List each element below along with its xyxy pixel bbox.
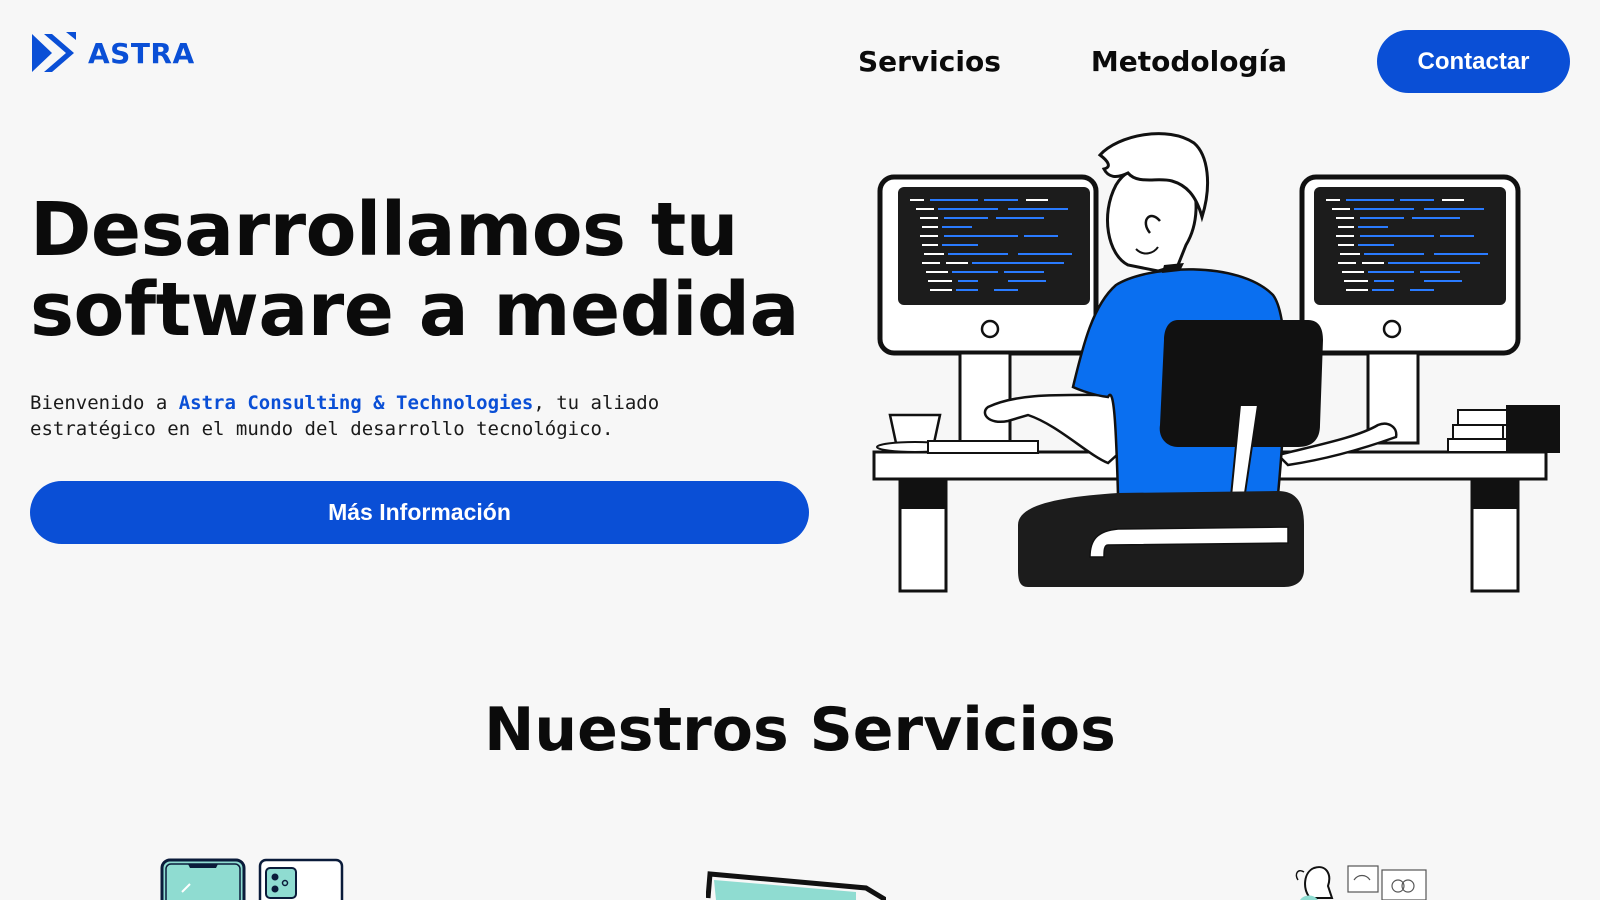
right-monitor [1299,174,1521,445]
logo-text: ASTRA [88,36,195,70]
services-title: Nuestros Servicios [484,695,1116,765]
books-icon [1457,409,1515,426]
hero-title-line2: software a medida [30,267,799,353]
nav-link-metodologia[interactable]: Metodología [1091,45,1287,78]
more-info-button[interactable]: Más Información [30,481,809,544]
contact-button[interactable]: Contactar [1377,30,1570,93]
astra-logo-icon [32,32,76,72]
hero-subtitle-brand: Astra Consulting & Technologies [178,392,534,414]
main-nav: Servicios Metodología Contactar [858,30,1570,93]
hero-subtitle-prefix: Bienvenido a [30,392,179,414]
hero-title-line1: Desarrollamos tu [30,187,738,273]
developer-illustration [872,132,1560,593]
design-icon [1295,865,1427,900]
hero-subtitle-suffix: , tu aliado [533,392,660,414]
hero-title: Desarrollamos tu software a medida [30,190,799,350]
mobile-app-icon [160,858,344,900]
nav-link-servicios[interactable]: Servicios [858,45,1001,78]
cup-icon [888,413,942,445]
hero-subtitle-line2: estratégico en el mundo del desarrollo t… [30,418,614,440]
laptop-icon [706,871,886,900]
hero-subtitle: Bienvenido a Astra Consulting & Technolo… [30,390,790,442]
logo[interactable]: ASTRA [30,30,195,76]
